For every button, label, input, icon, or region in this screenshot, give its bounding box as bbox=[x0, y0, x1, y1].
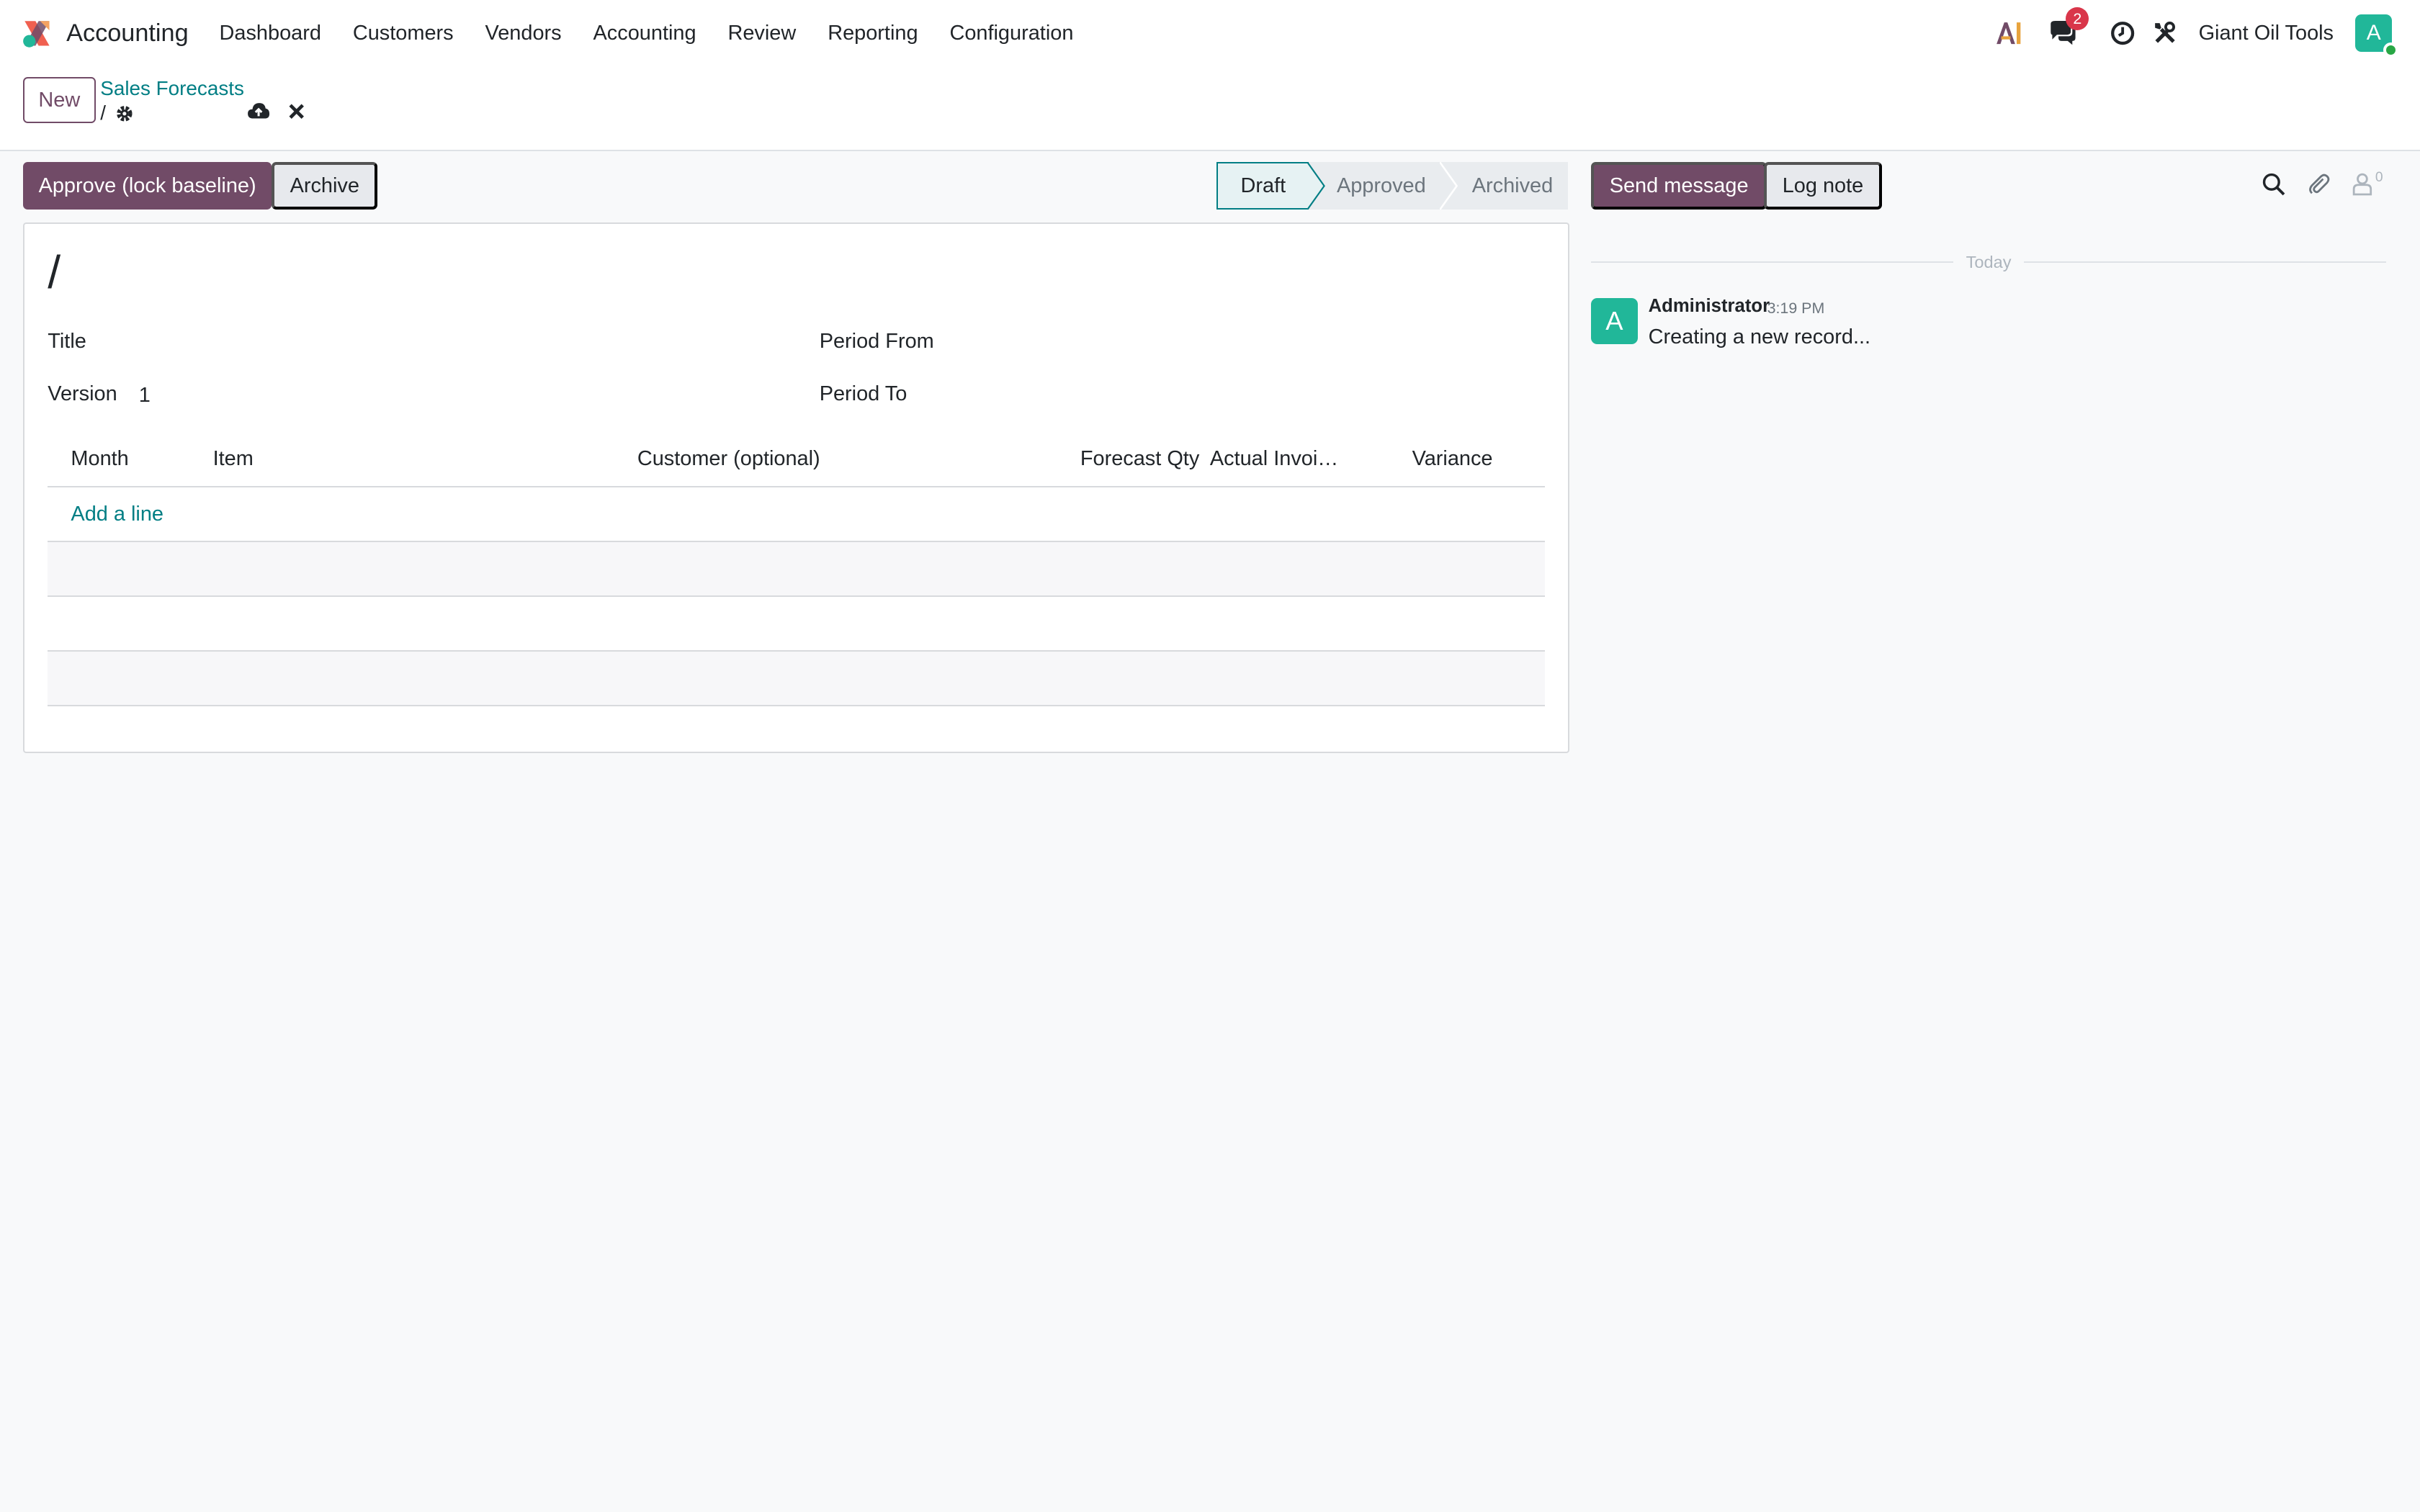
breadcrumb-current-label: / bbox=[100, 102, 107, 125]
message-author[interactable]: Administrator bbox=[1649, 296, 1770, 317]
stage-draft-label: Draft bbox=[1240, 174, 1286, 197]
column-forecast-qty[interactable]: Forecast Qty bbox=[1080, 447, 1199, 471]
column-item[interactable]: Item bbox=[213, 447, 254, 471]
version-label: Version bbox=[48, 382, 117, 406]
stage-approved-label: Approved bbox=[1336, 174, 1426, 197]
record-name[interactable]: / bbox=[48, 246, 60, 299]
breadcrumb-sales-forecasts[interactable]: Sales Forecasts bbox=[100, 77, 244, 100]
column-month[interactable]: Month bbox=[71, 447, 128, 471]
messages-badge: 2 bbox=[2066, 6, 2089, 30]
clock-icon[interactable] bbox=[2110, 21, 2135, 45]
menu-accounting[interactable]: Accounting bbox=[593, 22, 696, 45]
main-menu: Dashboard Customers Vendors Accounting R… bbox=[220, 22, 1106, 45]
chat-icon[interactable]: 2 bbox=[2048, 6, 2089, 45]
add-line-link[interactable]: Add a line bbox=[71, 503, 163, 526]
date-separator-label: Today bbox=[1966, 252, 2012, 271]
user-avatar-initial: A bbox=[2366, 21, 2381, 45]
control-panel: New Sales Forecasts / bbox=[0, 66, 2420, 151]
paperclip-icon[interactable] bbox=[2308, 173, 2331, 196]
column-customer[interactable]: Customer (optional) bbox=[637, 447, 820, 471]
stage-draft[interactable]: Draft bbox=[1216, 161, 1325, 210]
forecast-lines-table: Month Item Customer (optional) Forecast … bbox=[48, 432, 1545, 707]
column-variance[interactable]: Variance bbox=[1412, 447, 1493, 471]
status-bar: Draft Approved Archived bbox=[1216, 161, 1569, 210]
breadcrumb-current: / bbox=[100, 102, 133, 125]
message-time: 3:19 PM bbox=[1767, 299, 1825, 317]
menu-reporting[interactable]: Reporting bbox=[828, 22, 918, 45]
form-sheet: / Title Version 1 Period From Period To … bbox=[23, 222, 1570, 753]
top-navbar: Accounting Dashboard Customers Vendors A… bbox=[0, 0, 2420, 67]
menu-dashboard[interactable]: Dashboard bbox=[220, 22, 321, 45]
menu-customers[interactable]: Customers bbox=[353, 22, 454, 45]
table-row bbox=[48, 542, 1545, 598]
send-message-button[interactable]: Send message bbox=[1591, 162, 1767, 210]
column-actual-invoiced[interactable]: Actual Invoi… bbox=[1210, 447, 1338, 471]
period-from-label: Period From bbox=[819, 330, 934, 354]
date-separator: Today bbox=[1591, 251, 2386, 273]
tools-icon[interactable] bbox=[2154, 22, 2177, 45]
log-note-button[interactable]: Log note bbox=[1764, 162, 1882, 210]
company-switcher[interactable]: Giant Oil Tools bbox=[2199, 22, 2334, 45]
odoo-app-icon[interactable] bbox=[22, 18, 53, 49]
menu-review[interactable]: Review bbox=[727, 22, 796, 45]
discard-icon[interactable] bbox=[289, 104, 304, 119]
stage-archived-label: Archived bbox=[1471, 174, 1554, 197]
table-row bbox=[48, 597, 1545, 652]
presence-indicator bbox=[2383, 42, 2398, 58]
message-author-initial: A bbox=[1605, 305, 1623, 336]
app-title[interactable]: Accounting bbox=[66, 19, 189, 48]
approve-button[interactable]: Approve (lock baseline) bbox=[23, 162, 272, 210]
gear-icon[interactable] bbox=[115, 104, 134, 123]
version-field[interactable]: 1 bbox=[139, 384, 151, 408]
menu-vendors[interactable]: Vendors bbox=[485, 22, 562, 45]
app-root: Accounting Dashboard Customers Vendors A… bbox=[0, 0, 2420, 1512]
table-row: Add a line bbox=[48, 487, 1545, 543]
followers-count: 0 bbox=[2375, 169, 2383, 185]
followers-icon[interactable] bbox=[2352, 173, 2372, 196]
message-body: Creating a new record... bbox=[1648, 325, 1871, 349]
archive-button[interactable]: Archive bbox=[272, 162, 378, 210]
user-avatar[interactable]: A bbox=[2355, 14, 2398, 58]
navbar-systray: 2 Giant Oil Tools A bbox=[1995, 0, 2420, 66]
save-cloud-icon[interactable] bbox=[247, 102, 270, 120]
menu-configuration[interactable]: Configuration bbox=[949, 22, 1073, 45]
separator-line-left bbox=[1591, 261, 1954, 264]
ai-icon[interactable] bbox=[1995, 21, 2023, 45]
stage-archived[interactable]: Archived bbox=[1441, 162, 1569, 210]
separator-line-right bbox=[2023, 261, 2386, 264]
stage-approved[interactable]: Approved bbox=[1309, 162, 1458, 210]
message-author-avatar[interactable]: A bbox=[1591, 297, 1638, 344]
table-header: Month Item Customer (optional) Forecast … bbox=[48, 432, 1545, 487]
period-to-label: Period To bbox=[819, 382, 908, 406]
table-row bbox=[48, 652, 1545, 707]
new-button[interactable]: New bbox=[23, 77, 96, 124]
search-icon[interactable] bbox=[2262, 173, 2285, 196]
title-label: Title bbox=[48, 330, 86, 354]
